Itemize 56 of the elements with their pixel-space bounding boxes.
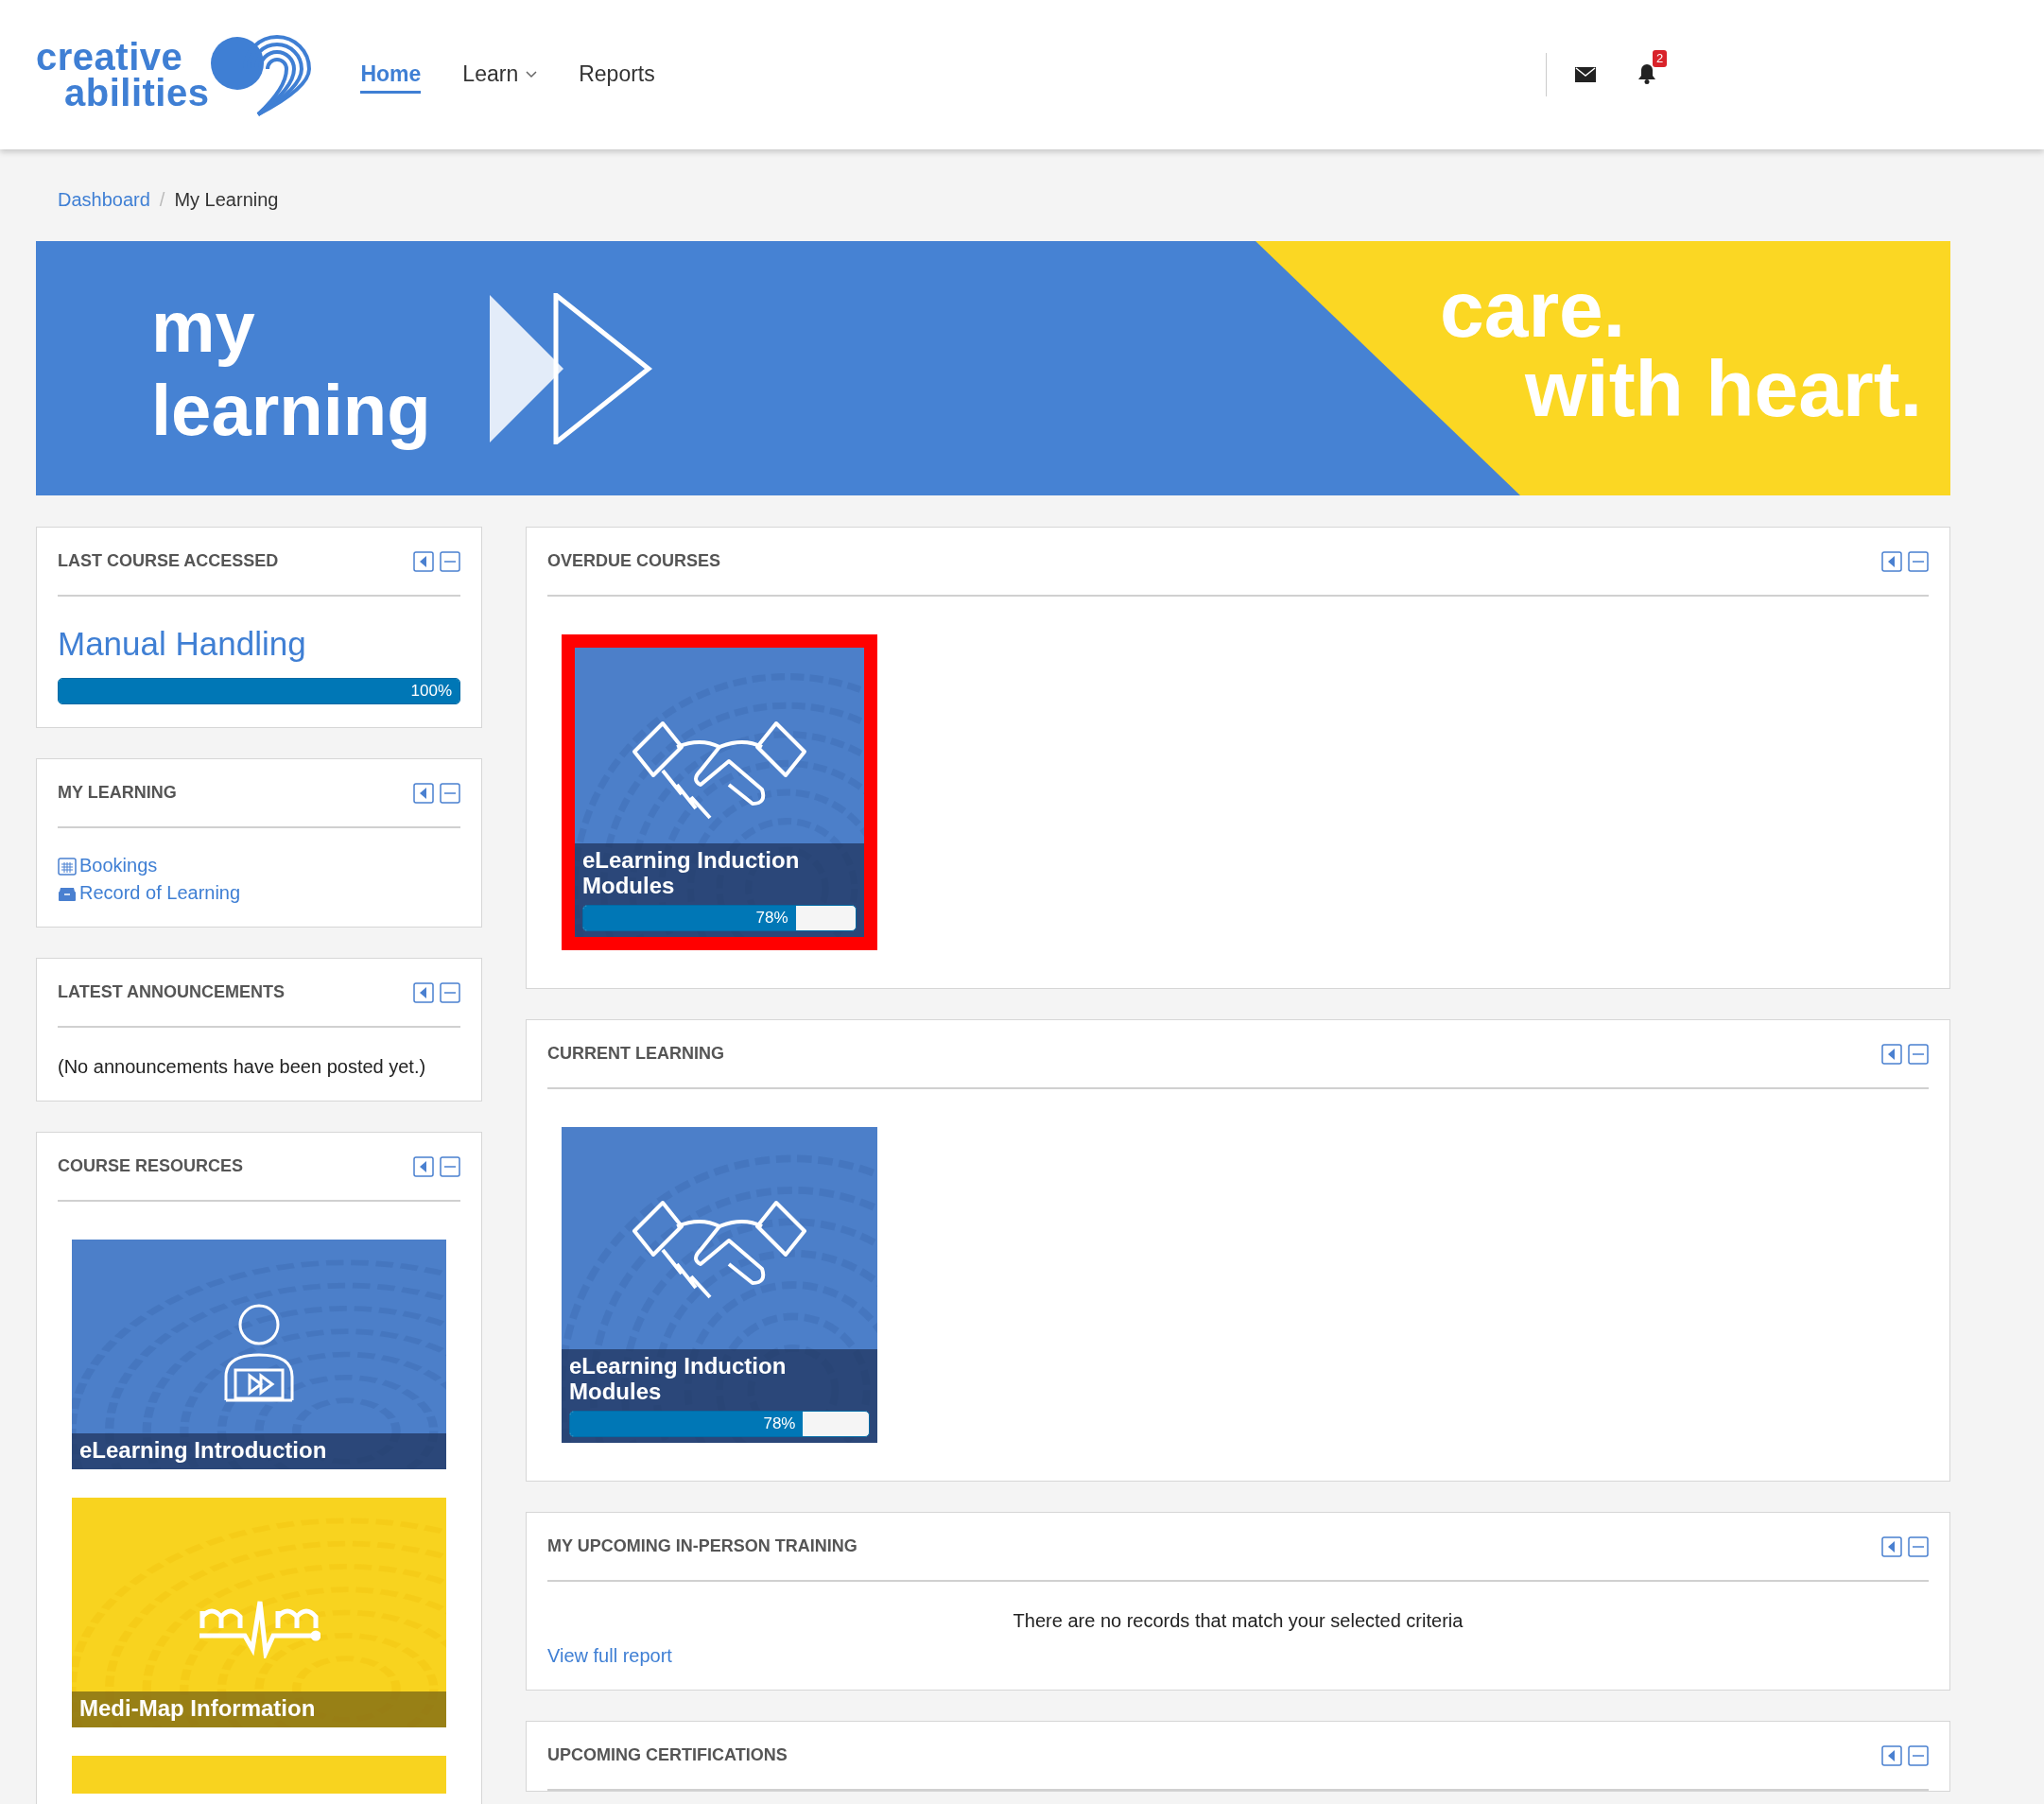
nav-link[interactable]: Learn xyxy=(462,56,538,94)
empty-message: There are no records that match your selected criteria xyxy=(1012,1610,1464,1632)
learning-link[interactable]: Bookings xyxy=(58,855,460,876)
resource-tile[interactable]: eLearning Introduction xyxy=(72,1240,446,1469)
logo-text: creative abilities xyxy=(36,39,210,111)
breadcrumb-separator: / xyxy=(159,189,165,211)
course-tile[interactable]: eLearning Induction Modules 78% xyxy=(575,648,864,937)
progress-reading: 100% xyxy=(410,682,452,701)
block-title: LAST COURSE ACCESSED xyxy=(58,551,279,571)
block-title: MY UPCOMING IN-PERSON TRAINING xyxy=(547,1536,857,1556)
progress-reading: 78% xyxy=(763,1414,796,1433)
tile-title: eLearning Induction Modules xyxy=(582,846,801,899)
dock-icon[interactable] xyxy=(413,782,434,804)
minimize-icon[interactable] xyxy=(1908,550,1929,572)
block-title: COURSE RESOURCES xyxy=(58,1156,244,1176)
minimize-icon[interactable] xyxy=(440,1155,460,1177)
block-title: UPCOMING CERTIFICATIONS xyxy=(547,1745,788,1765)
mail-icon[interactable] xyxy=(1575,67,1596,82)
dock-icon[interactable] xyxy=(1881,1744,1902,1766)
nav-link[interactable]: Reports xyxy=(579,56,655,94)
course-link[interactable]: Manual Handling xyxy=(58,625,460,663)
block-title: LATEST ANNOUNCEMENTS xyxy=(58,982,285,1002)
calendar-icon xyxy=(58,856,77,876)
announcement-message: (No announcements have been posted yet.) xyxy=(58,1056,427,1078)
bell-icon[interactable] xyxy=(1637,63,1656,84)
dock-icon[interactable] xyxy=(1881,1535,1902,1557)
minimize-icon[interactable] xyxy=(440,550,460,572)
block-title: MY LEARNING xyxy=(58,783,177,803)
breadcrumb-current: My Learning xyxy=(174,189,279,211)
report-link[interactable]: View full report xyxy=(547,1645,1929,1667)
minimize-icon[interactable] xyxy=(1908,1043,1929,1065)
resource-tile[interactable]: Medi-Map Information xyxy=(72,1498,446,1727)
banner-tagline: care. with heart. xyxy=(1439,269,1922,428)
tile-title: eLearning Induction Modules xyxy=(569,1352,788,1405)
learning-link[interactable]: Record of Learning xyxy=(58,882,460,904)
dock-icon[interactable] xyxy=(1881,1043,1902,1065)
notification-badge: 2 xyxy=(1653,50,1668,67)
dock-icon[interactable] xyxy=(1881,550,1902,572)
chevron-down-icon xyxy=(526,70,538,78)
progress-reading: 78% xyxy=(755,909,788,928)
minimize-icon[interactable] xyxy=(440,782,460,804)
course-tile[interactable]: eLearning Induction Modules 78% xyxy=(562,1127,877,1443)
dock-icon[interactable] xyxy=(413,1155,434,1177)
block-title: CURRENT LEARNING xyxy=(547,1044,724,1064)
nav-link[interactable]: Home xyxy=(360,56,422,94)
dock-icon[interactable] xyxy=(413,981,434,1003)
breadcrumb-link[interactable]: Dashboard xyxy=(58,189,150,211)
minimize-icon[interactable] xyxy=(440,981,460,1003)
banner-title: my learning xyxy=(151,286,431,451)
resource-tile[interactable] xyxy=(72,1756,446,1794)
tile-title: eLearning Introduction xyxy=(79,1437,328,1464)
block-title: OVERDUE COURSES xyxy=(547,551,721,571)
minimize-icon[interactable] xyxy=(1908,1535,1929,1557)
dock-icon[interactable] xyxy=(413,550,434,572)
tile-title: Medi-Map Information xyxy=(79,1695,317,1722)
minimize-icon[interactable] xyxy=(1908,1744,1929,1766)
